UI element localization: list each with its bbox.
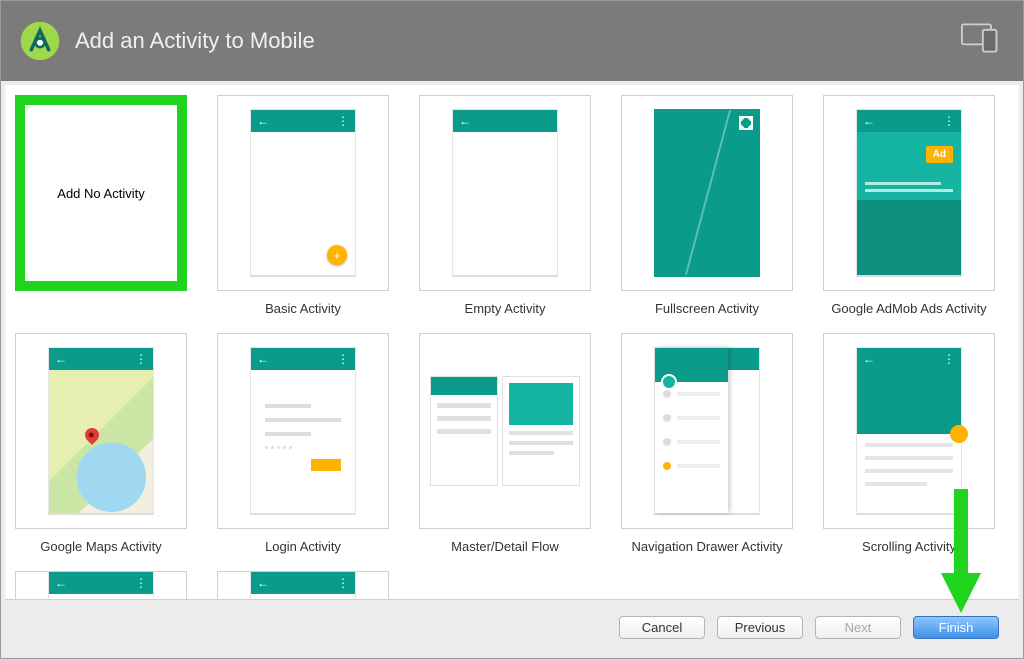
content-outer: Add No Activity ←⋮ + Basic Activity [1, 81, 1023, 658]
wizard-header: Add an Activity to Mobile [1, 1, 1023, 81]
overflow-menu-icon: ⋮ [337, 114, 349, 128]
overflow-menu-icon: ⋮ [943, 114, 955, 128]
next-button: Next [815, 616, 901, 639]
template-thumb: ←⋮ [15, 333, 187, 529]
template-thumb [419, 333, 591, 529]
wizard-footer: Cancel Previous Next Finish [5, 599, 1019, 654]
template-thumb [621, 95, 793, 291]
overflow-menu-icon: ⋮ [337, 352, 349, 366]
content-panel: Add No Activity ←⋮ + Basic Activity [5, 85, 1019, 599]
template-tile-navigation-drawer-activity[interactable]: Navigation Drawer Activity [621, 333, 793, 557]
template-tile-scrolling-activity[interactable]: ←⋮ Scrolling Activity [823, 333, 995, 557]
overflow-menu-icon: ⋮ [135, 352, 147, 366]
cancel-button[interactable]: Cancel [619, 616, 705, 639]
android-studio-logo-icon [19, 20, 61, 62]
template-tile-add-no-activity[interactable]: Add No Activity [15, 95, 187, 319]
ad-badge-icon: Ad [926, 146, 953, 163]
template-thumb [621, 333, 793, 529]
back-arrow-icon: ← [257, 114, 269, 128]
back-arrow-icon: ← [257, 352, 269, 366]
fab-add-icon: + [327, 245, 347, 265]
template-tile-master-detail-flow[interactable]: Master/Detail Flow [419, 333, 591, 557]
template-label: Google AdMob Ads Activity [831, 301, 986, 319]
template-tile-truncated[interactable]: ←⋮ [217, 571, 389, 599]
template-thumb: ←⋮ [823, 333, 995, 529]
template-thumb: ← ⋮ + [217, 95, 389, 291]
template-tile-google-admob-activity[interactable]: ← ⋮ Ad Google AdMob Ads Activity [823, 95, 995, 319]
back-arrow-icon: ← [863, 114, 875, 128]
template-label: Master/Detail Flow [451, 539, 559, 557]
fullscreen-icon [739, 116, 753, 130]
template-tile-google-maps-activity[interactable]: ←⋮ Google Maps Activity [15, 333, 187, 557]
template-inside-label: Add No Activity [57, 186, 144, 201]
fab-star-icon [950, 425, 968, 443]
wizard-title: Add an Activity to Mobile [75, 28, 315, 54]
back-arrow-icon: ← [55, 576, 67, 590]
template-tile-truncated[interactable]: ←⋮ [15, 571, 187, 599]
overflow-menu-icon: ⋮ [337, 576, 349, 590]
template-label: Basic Activity [265, 301, 341, 319]
template-label: Navigation Drawer Activity [632, 539, 783, 557]
avatar-icon [661, 374, 677, 390]
template-tile-basic-activity[interactable]: ← ⋮ + Basic Activity [217, 95, 389, 319]
template-tile-login-activity[interactable]: ←⋮ Login Activity [217, 333, 389, 557]
template-thumb: ←⋮ [15, 571, 187, 599]
template-label: Fullscreen Activity [655, 301, 759, 319]
back-arrow-icon: ← [863, 352, 875, 366]
template-thumb: ←⋮ [217, 571, 389, 599]
template-thumb: ←⋮ [217, 333, 389, 529]
overflow-menu-icon: ⋮ [135, 576, 147, 590]
template-label: Login Activity [265, 539, 341, 557]
back-arrow-icon: ← [459, 114, 471, 128]
previous-button[interactable]: Previous [717, 616, 803, 639]
template-label: Empty Activity [465, 301, 546, 319]
finish-button[interactable]: Finish [913, 616, 999, 639]
template-thumb: ← [419, 95, 591, 291]
back-arrow-icon: ← [55, 352, 67, 366]
template-tile-empty-activity[interactable]: ← Empty Activity [419, 95, 591, 319]
activity-template-grid: Add No Activity ←⋮ + Basic Activity [15, 95, 993, 599]
back-arrow-icon: ← [257, 576, 269, 590]
template-tile-fullscreen-activity[interactable]: Fullscreen Activity [621, 95, 793, 319]
template-thumb: ← ⋮ Ad [823, 95, 995, 291]
overflow-menu-icon: ⋮ [943, 352, 955, 366]
template-label: Google Maps Activity [40, 539, 161, 557]
template-thumb: Add No Activity [15, 95, 187, 291]
template-label: Scrolling Activity [862, 539, 956, 557]
device-preview-icon [961, 23, 1001, 53]
